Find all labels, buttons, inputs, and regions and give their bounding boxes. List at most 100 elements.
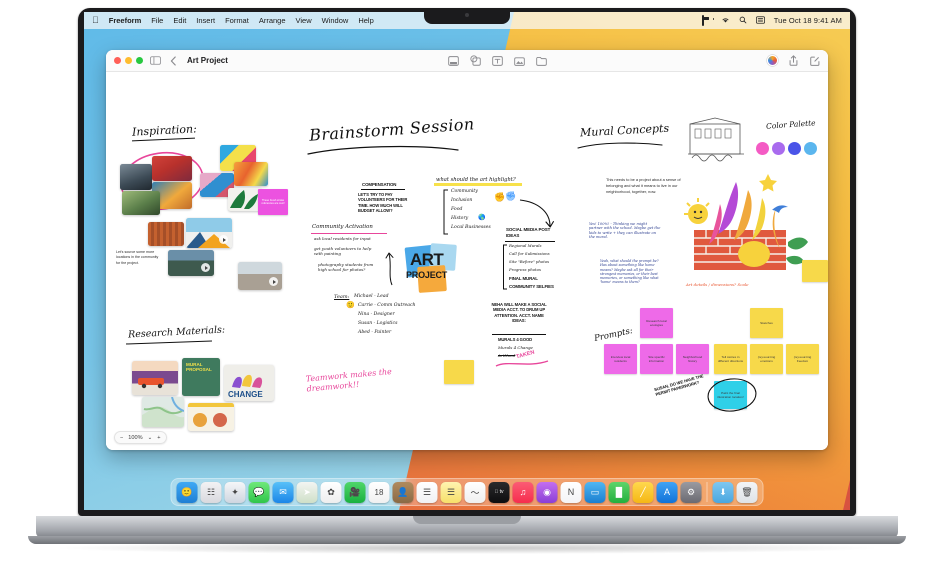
dock-app-trash[interactable]: 🗑 <box>736 481 758 503</box>
minimize-button[interactable] <box>125 57 132 64</box>
collaborate-avatar[interactable] <box>767 55 778 66</box>
sticky-note-brush-refs[interactable]: These brush stroke references are cool! <box>258 189 288 215</box>
toolbar-right-group[interactable] <box>767 55 820 66</box>
play-icon[interactable] <box>269 277 278 286</box>
menu-item-view[interactable]: View <box>296 16 312 25</box>
research-doc-food[interactable] <box>188 403 234 431</box>
sticky-note-resourcing-freedom[interactable]: (re)-sourcing freedom <box>786 344 819 374</box>
dock-app-safari[interactable]: ✦ <box>224 481 246 503</box>
zoom-out-button[interactable]: − <box>120 435 123 441</box>
play-icon[interactable] <box>219 235 228 244</box>
sticky-note-tell-stories[interactable]: Tell stories in different directions <box>714 344 747 374</box>
dock-app-appstore[interactable]: A <box>656 481 678 503</box>
research-doc-change[interactable]: CHANGE <box>224 365 274 401</box>
chevron-down-icon[interactable]: ⌄ <box>148 435 153 441</box>
battery-icon[interactable] <box>701 15 712 26</box>
shapes-icon[interactable] <box>470 55 481 66</box>
compose-icon[interactable] <box>809 55 820 66</box>
zoom-in-button[interactable]: + <box>157 435 160 441</box>
window-title-bar[interactable]: Art Project <box>106 50 828 72</box>
dock-app-numbers[interactable]: █ <box>608 481 630 503</box>
inspiration-photo-1[interactable] <box>120 164 152 190</box>
control-center-icon[interactable] <box>755 15 765 26</box>
dock-app-downloads[interactable]: ⬇ <box>712 481 734 503</box>
inspiration-art-3[interactable] <box>234 162 268 186</box>
research-doc-mural-proposal[interactable]: MURAL PROPOSAL <box>182 358 220 396</box>
search-icon[interactable] <box>739 16 747 26</box>
dock-app-launchpad[interactable]: ☷ <box>200 481 222 503</box>
dock-app-finder[interactable]: 🙂 <box>176 481 198 503</box>
dock-app-reminders[interactable]: ☰ <box>416 481 438 503</box>
sticky-note-site-specific[interactable]: Site specific information <box>640 344 673 374</box>
zoom-level-label[interactable]: 100% <box>128 435 142 441</box>
sticky-note-yellow-mural[interactable] <box>802 260 828 282</box>
inspiration-art-4[interactable] <box>228 188 262 211</box>
social-item-final-mural: FINAL MURAL <box>509 276 538 281</box>
mural-illustration[interactable] <box>676 168 812 280</box>
dock[interactable]: 🙂 ☷ ✦ 💬 ✉ ➤ ✿ 🎥 18 👤 ☰ ☰ 〜  tv ♫ ◉ N ▭ █ ╱ A ⚙ ⬇ 🗑 <box>170 478 764 506</box>
menu-item-help[interactable]: Help <box>358 16 373 25</box>
palette-swatch-3[interactable] <box>788 142 801 155</box>
dock-app-music[interactable]: ♫ <box>512 481 534 503</box>
zoom-button[interactable] <box>136 57 143 64</box>
dock-app-maps[interactable]: ➤ <box>296 481 318 503</box>
inspiration-photo-4[interactable] <box>122 191 160 215</box>
menu-item-insert[interactable]: Insert <box>196 16 215 25</box>
sticky-note-interview-residents[interactable]: Interview local residents <box>604 344 637 374</box>
sticky-note-resourcing-emotions[interactable]: (re)-sourcing emotions <box>750 344 783 374</box>
dock-app-mail[interactable]: ✉ <box>272 481 294 503</box>
wifi-icon[interactable] <box>721 16 730 26</box>
menu-item-arrange[interactable]: Arrange <box>259 16 286 25</box>
dock-app-podcasts[interactable]: ◉ <box>536 481 558 503</box>
apple-menu-icon[interactable]:  <box>92 16 99 25</box>
chevron-left-icon[interactable] <box>168 55 179 66</box>
document-title[interactable]: Art Project <box>187 56 228 65</box>
dock-app-facetime[interactable]: 🎥 <box>344 481 366 503</box>
research-doc-visiting-denver[interactable] <box>132 361 178 395</box>
dock-app-messages[interactable]: 💬 <box>248 481 270 503</box>
dock-app-pages[interactable]: ╱ <box>632 481 654 503</box>
dock-app-news[interactable]: N <box>560 481 582 503</box>
research-doc-map[interactable] <box>142 397 184 427</box>
zoom-control-bar[interactable]: − 100% ⌄ + <box>114 431 167 444</box>
sticky-note-neighborhood-history[interactable]: Neighborhood history <box>676 344 709 374</box>
close-button[interactable] <box>114 57 121 64</box>
sticky-note-blank-yellow[interactable] <box>444 360 474 384</box>
menu-item-edit[interactable]: Edit <box>173 16 186 25</box>
freeform-window[interactable]: Art Project Inspiration: These brush str… <box>106 50 828 450</box>
menu-item-file[interactable]: File <box>151 16 163 25</box>
art-project-logo[interactable]: ART PROJECT <box>404 243 466 296</box>
inspiration-video-1[interactable] <box>186 218 232 248</box>
inspiration-video-3[interactable] <box>238 262 282 290</box>
text-box-icon[interactable] <box>492 55 503 66</box>
dock-app-freeform[interactable]: 〜 <box>464 481 486 503</box>
palette-swatch-2[interactable] <box>772 142 785 155</box>
menu-item-freeform[interactable]: Freeform <box>109 16 142 25</box>
dock-app-photos[interactable]: ✿ <box>320 481 342 503</box>
sidebar-icon[interactable] <box>150 55 161 66</box>
inspiration-video-2[interactable] <box>168 250 214 276</box>
dock-app-calendar[interactable]: 18 <box>368 481 390 503</box>
inspiration-photo-2[interactable] <box>152 156 192 181</box>
dock-app-notes[interactable]: ☰ <box>440 481 462 503</box>
play-icon[interactable] <box>201 263 210 272</box>
menu-item-format[interactable]: Format <box>225 16 249 25</box>
menu-bar-clock[interactable]: Tue Oct 18 9:41 AM <box>774 16 842 25</box>
share-icon[interactable] <box>788 55 799 66</box>
dock-app-contacts[interactable]: 👤 <box>392 481 414 503</box>
palette-swatch-1[interactable] <box>756 142 769 155</box>
insert-file-icon[interactable] <box>536 55 547 66</box>
sticky-note-research-ecologies[interactable]: Research local ecologies <box>640 308 673 338</box>
sticky-note-icon[interactable] <box>448 55 459 66</box>
media-icon[interactable] <box>514 55 525 66</box>
window-controls[interactable] <box>114 57 143 64</box>
dock-app-system-settings[interactable]: ⚙ <box>680 481 702 503</box>
inspiration-texture-photo[interactable] <box>148 222 184 246</box>
dock-app-appletv[interactable]:  tv <box>488 481 510 503</box>
freeform-canvas[interactable]: Inspiration: These brush stroke referenc… <box>106 72 828 450</box>
sticky-note-sketches[interactable]: Sketches <box>750 308 783 338</box>
dock-app-keynote[interactable]: ▭ <box>584 481 606 503</box>
toolbar-center-group[interactable] <box>448 55 547 66</box>
palette-swatch-4[interactable] <box>804 142 817 155</box>
menu-item-window[interactable]: Window <box>322 16 349 25</box>
